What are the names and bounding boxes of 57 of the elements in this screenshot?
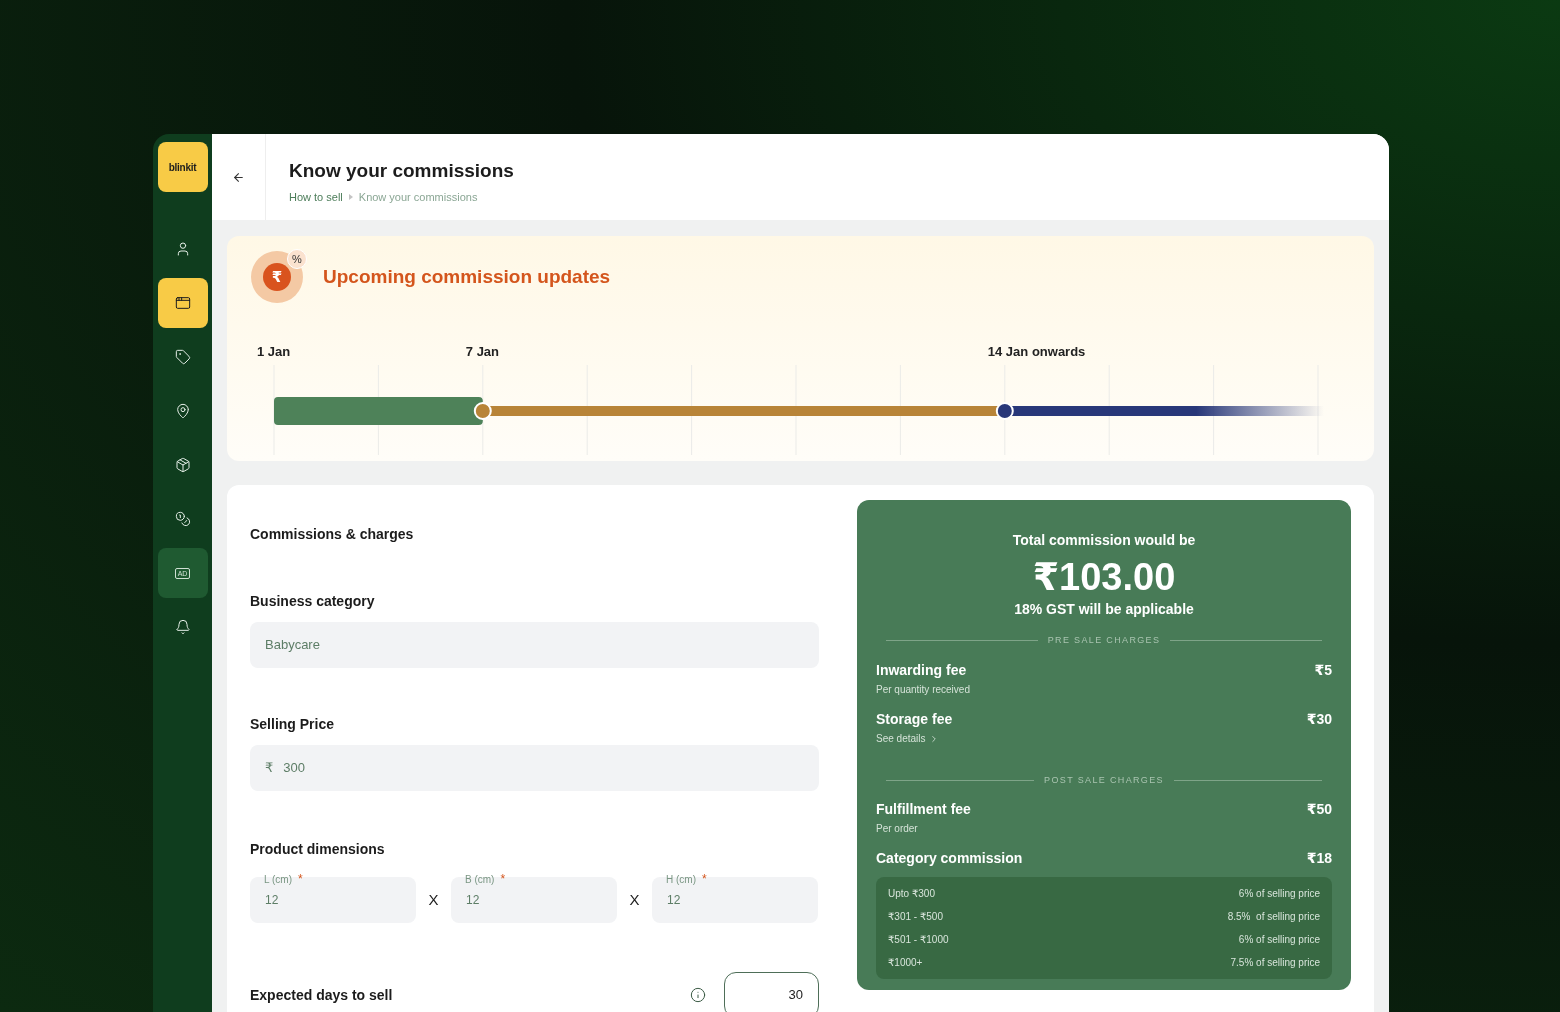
total-amount: ₹103.00 bbox=[1032, 555, 1176, 599]
charge-amount: ₹18 bbox=[1306, 849, 1332, 868]
timeline-date: 14 Jan onwards bbox=[987, 344, 1086, 359]
slab-rate: 6% of selling price bbox=[1238, 933, 1320, 947]
field-value: 300 bbox=[283, 759, 305, 778]
section-title: Commissions & charges bbox=[250, 525, 415, 544]
charge-name: Storage fee bbox=[876, 709, 953, 729]
timeline-date: 1 Jan bbox=[257, 344, 291, 359]
timeline-date: 7 Jan bbox=[465, 344, 500, 359]
charge-name: Inwarding fee bbox=[876, 660, 967, 680]
see-details-link[interactable]: See details bbox=[876, 731, 926, 746]
bell-icon bbox=[174, 619, 191, 635]
gst-note: 18% GST will be applicable bbox=[1014, 600, 1194, 619]
field-label: Product dimensions bbox=[250, 840, 386, 859]
field-label: Expected days to sell bbox=[250, 985, 394, 1005]
sidebar-item[interactable] bbox=[157, 278, 208, 328]
slab-rate: 8.5% of selling price bbox=[1227, 910, 1320, 924]
charge-note: Per order bbox=[876, 822, 919, 836]
cube-icon bbox=[174, 457, 191, 473]
field-value: 12 bbox=[667, 892, 681, 909]
window-icon bbox=[174, 295, 191, 311]
field-value: 12 bbox=[265, 892, 279, 909]
section-divider-label: POST SALE CHARGES bbox=[1044, 773, 1164, 787]
map-pin-icon bbox=[174, 403, 191, 419]
times-sign: X bbox=[628, 889, 641, 910]
breadcrumb-link[interactable]: Know your commissions bbox=[358, 188, 478, 205]
coins-icon bbox=[174, 511, 191, 527]
times-sign: X bbox=[427, 889, 440, 910]
rupee-prefix: ₹ bbox=[265, 759, 274, 778]
charge-name: Category commission bbox=[876, 849, 1023, 868]
charge-name: Fulfillment fee bbox=[876, 800, 971, 819]
logo: blinkit bbox=[157, 142, 208, 192]
input-field[interactable]: Babycare bbox=[250, 622, 819, 668]
breadcrumb-link[interactable]: How to sell bbox=[289, 188, 343, 205]
breadcrumb-separator-icon bbox=[348, 193, 353, 200]
back-arrow-icon[interactable] bbox=[232, 170, 245, 184]
field-value: Babycare bbox=[265, 636, 320, 655]
updates-title: Upcoming commission updates bbox=[323, 264, 611, 289]
charge-amount: ₹5 bbox=[1314, 660, 1332, 680]
slab-range: ₹501 - ₹1000 bbox=[888, 933, 949, 947]
field-label: Business category bbox=[250, 592, 376, 611]
field-value: 12 bbox=[466, 892, 480, 909]
info-icon[interactable] bbox=[690, 987, 706, 1003]
charge-note: Per quantity received bbox=[876, 682, 971, 697]
slab-range: ₹1000+ bbox=[888, 956, 923, 970]
tag-icon bbox=[174, 349, 191, 365]
slab-rate: 6% of selling price bbox=[1238, 887, 1320, 901]
slab-range: Upto ₹300 bbox=[888, 887, 935, 901]
field-label: Selling Price bbox=[250, 715, 336, 734]
slab-rate: 7.5% of selling price bbox=[1230, 956, 1320, 970]
charge-amount: ₹50 bbox=[1306, 800, 1332, 819]
charge-amount: ₹30 bbox=[1306, 709, 1332, 729]
page-title: Know your commissions bbox=[289, 159, 514, 183]
input-field[interactable]: ₹ 300 bbox=[250, 745, 819, 791]
section-divider-label: PRE SALE CHARGES bbox=[1047, 634, 1161, 647]
slab-range: ₹301 - ₹500 bbox=[888, 910, 943, 924]
summary-heading: Total commission would be bbox=[1012, 531, 1196, 550]
